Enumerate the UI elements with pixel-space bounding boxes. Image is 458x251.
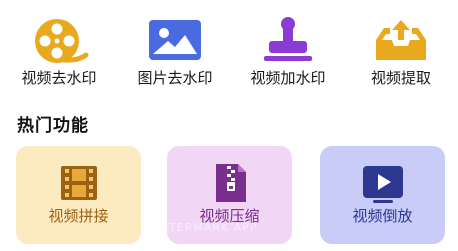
film-strip-icon — [60, 166, 97, 200]
section-title-hot-features: 热门功能 — [17, 116, 89, 136]
card-label: 视频倒放 — [352, 207, 413, 225]
film-reel-icon — [35, 19, 89, 63]
tool-video-add-watermark[interactable]: 视频加水印 — [231, 0, 345, 96]
zip-file-icon — [215, 164, 246, 202]
watermark-text: WATERMARK APP — [150, 221, 258, 234]
tool-label: 视频加水印 — [250, 69, 326, 87]
stamp-icon — [264, 17, 312, 61]
play-screen-icon — [362, 166, 403, 203]
picture-icon — [149, 20, 201, 60]
card-video-reverse[interactable]: 视频倒放 — [320, 146, 445, 244]
card-label: 视频拼接 — [48, 207, 109, 225]
tool-video-remove-watermark[interactable]: 视频去水印 — [2, 0, 116, 96]
tool-label: 视频提取 — [370, 69, 431, 87]
tool-label: 图片去水印 — [137, 69, 213, 87]
tool-video-extract[interactable]: 视频提取 — [344, 0, 458, 96]
tool-image-remove-watermark[interactable]: 图片去水印 — [118, 0, 232, 96]
tool-label: 视频去水印 — [21, 69, 97, 87]
upload-tray-icon — [376, 20, 426, 60]
card-video-merge[interactable]: 视频拼接 — [16, 146, 141, 244]
